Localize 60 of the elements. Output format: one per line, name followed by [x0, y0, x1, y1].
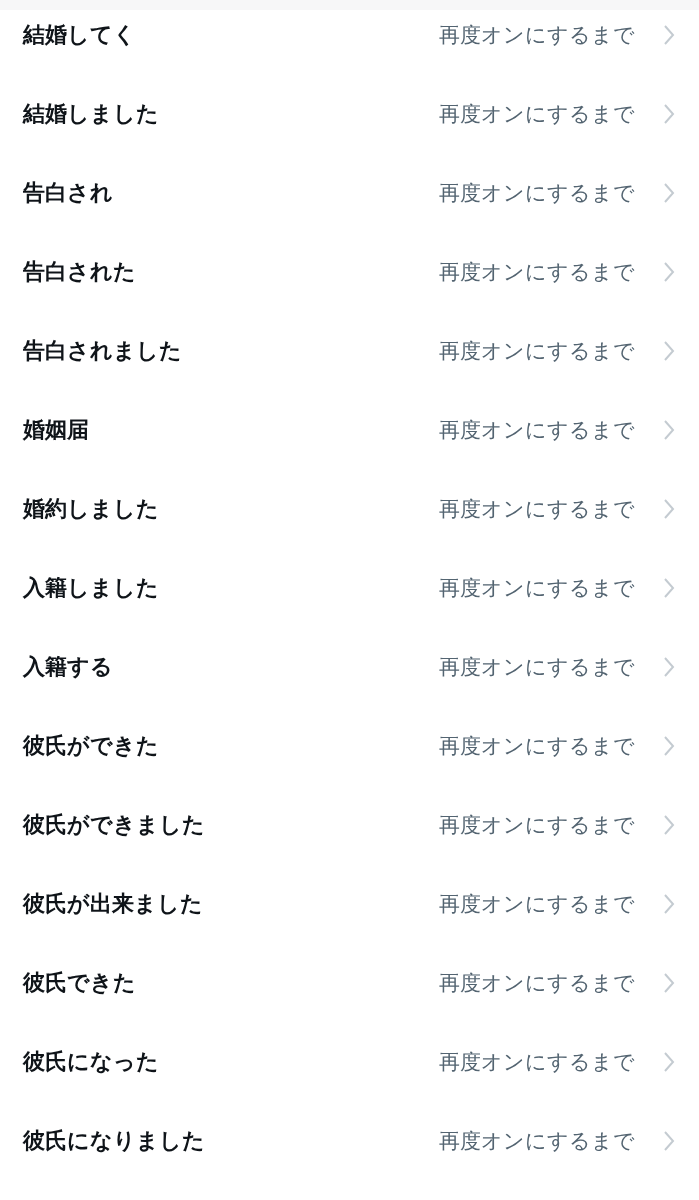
- chevron-right-icon: [663, 260, 675, 283]
- chevron-right-icon: [663, 576, 675, 599]
- duration-value: 再度オンにするまで: [439, 574, 635, 602]
- duration-value: 再度オンにするまで: [439, 732, 635, 760]
- duration-value: 再度オンにするまで: [439, 1048, 635, 1076]
- chevron-right-icon: [663, 23, 675, 46]
- setting-row[interactable]: 告白されました 再度オンにするまで: [0, 311, 699, 390]
- setting-row[interactable]: 結婚してく 再度オンにするまで: [0, 10, 699, 74]
- keyword-label: 入籍する: [23, 652, 114, 681]
- duration-value: 再度オンにするまで: [439, 811, 635, 839]
- chevron-right-icon: [663, 971, 675, 994]
- setting-row[interactable]: 婚約しました 再度オンにするまで: [0, 469, 699, 548]
- duration-value: 再度オンにするまで: [439, 258, 635, 286]
- keyword-label: 彼氏ができました: [23, 810, 206, 839]
- chevron-right-icon: [663, 813, 675, 836]
- duration-value: 再度オンにするまで: [439, 495, 635, 523]
- setting-row[interactable]: 告白された 再度オンにするまで: [0, 232, 699, 311]
- setting-row[interactable]: 彼氏ができた 再度オンにするまで: [0, 706, 699, 785]
- duration-value: 再度オンにするまで: [439, 1127, 635, 1155]
- chevron-right-icon: [663, 102, 675, 125]
- setting-row[interactable]: 婚姻届 再度オンにするまで: [0, 390, 699, 469]
- keyword-label: 結婚しました: [23, 99, 160, 128]
- duration-value: 再度オンにするまで: [439, 969, 635, 997]
- duration-value: 再度オンにするまで: [439, 416, 635, 444]
- setting-row[interactable]: 彼氏ができました 再度オンにするまで: [0, 785, 699, 864]
- keyword-label: 結婚してく: [23, 20, 137, 49]
- keyword-label: 入籍しました: [23, 573, 160, 602]
- chevron-right-icon: [663, 418, 675, 441]
- setting-row[interactable]: 彼氏になった 再度オンにするまで: [0, 1022, 699, 1101]
- keyword-label: 婚姻届: [23, 415, 90, 444]
- duration-value: 再度オンにするまで: [439, 890, 635, 918]
- setting-row[interactable]: 告白され 再度オンにするまで: [0, 153, 699, 232]
- keyword-label: 告白されました: [23, 336, 183, 365]
- duration-value: 再度オンにするまで: [439, 337, 635, 365]
- duration-value: 再度オンにするまで: [439, 179, 635, 207]
- chevron-right-icon: [663, 892, 675, 915]
- setting-row[interactable]: 彼氏が出来ました 再度オンにするまで: [0, 864, 699, 943]
- chevron-right-icon: [663, 655, 675, 678]
- keyword-label: 彼氏になりました: [23, 1126, 206, 1155]
- keyword-label: 彼氏になった: [23, 1047, 160, 1076]
- chevron-right-icon: [663, 181, 675, 204]
- setting-row[interactable]: 入籍しました 再度オンにするまで: [0, 548, 699, 627]
- setting-row[interactable]: 結婚しました 再度オンにするまで: [0, 74, 699, 153]
- duration-value: 再度オンにするまで: [439, 21, 635, 49]
- chevron-right-icon: [663, 497, 675, 520]
- chevron-right-icon: [663, 339, 675, 362]
- keyword-label: 婚約しました: [23, 494, 160, 523]
- chevron-right-icon: [663, 734, 675, 757]
- setting-row[interactable]: 彼氏になりました 再度オンにするまで: [0, 1101, 699, 1180]
- duration-value: 再度オンにするまで: [439, 653, 635, 681]
- chevron-right-icon: [663, 1050, 675, 1073]
- keyword-label: 彼氏できた: [23, 968, 137, 997]
- duration-value: 再度オンにするまで: [439, 100, 635, 128]
- setting-row[interactable]: 入籍する 再度オンにするまで: [0, 627, 699, 706]
- keyword-label: 告白され: [23, 178, 114, 207]
- chevron-right-icon: [663, 1129, 675, 1152]
- keyword-label: 彼氏が出来ました: [23, 889, 204, 918]
- keyword-label: 告白された: [23, 257, 137, 286]
- keyword-label: 彼氏ができた: [23, 731, 160, 760]
- setting-row[interactable]: 彼氏できた 再度オンにするまで: [0, 943, 699, 1022]
